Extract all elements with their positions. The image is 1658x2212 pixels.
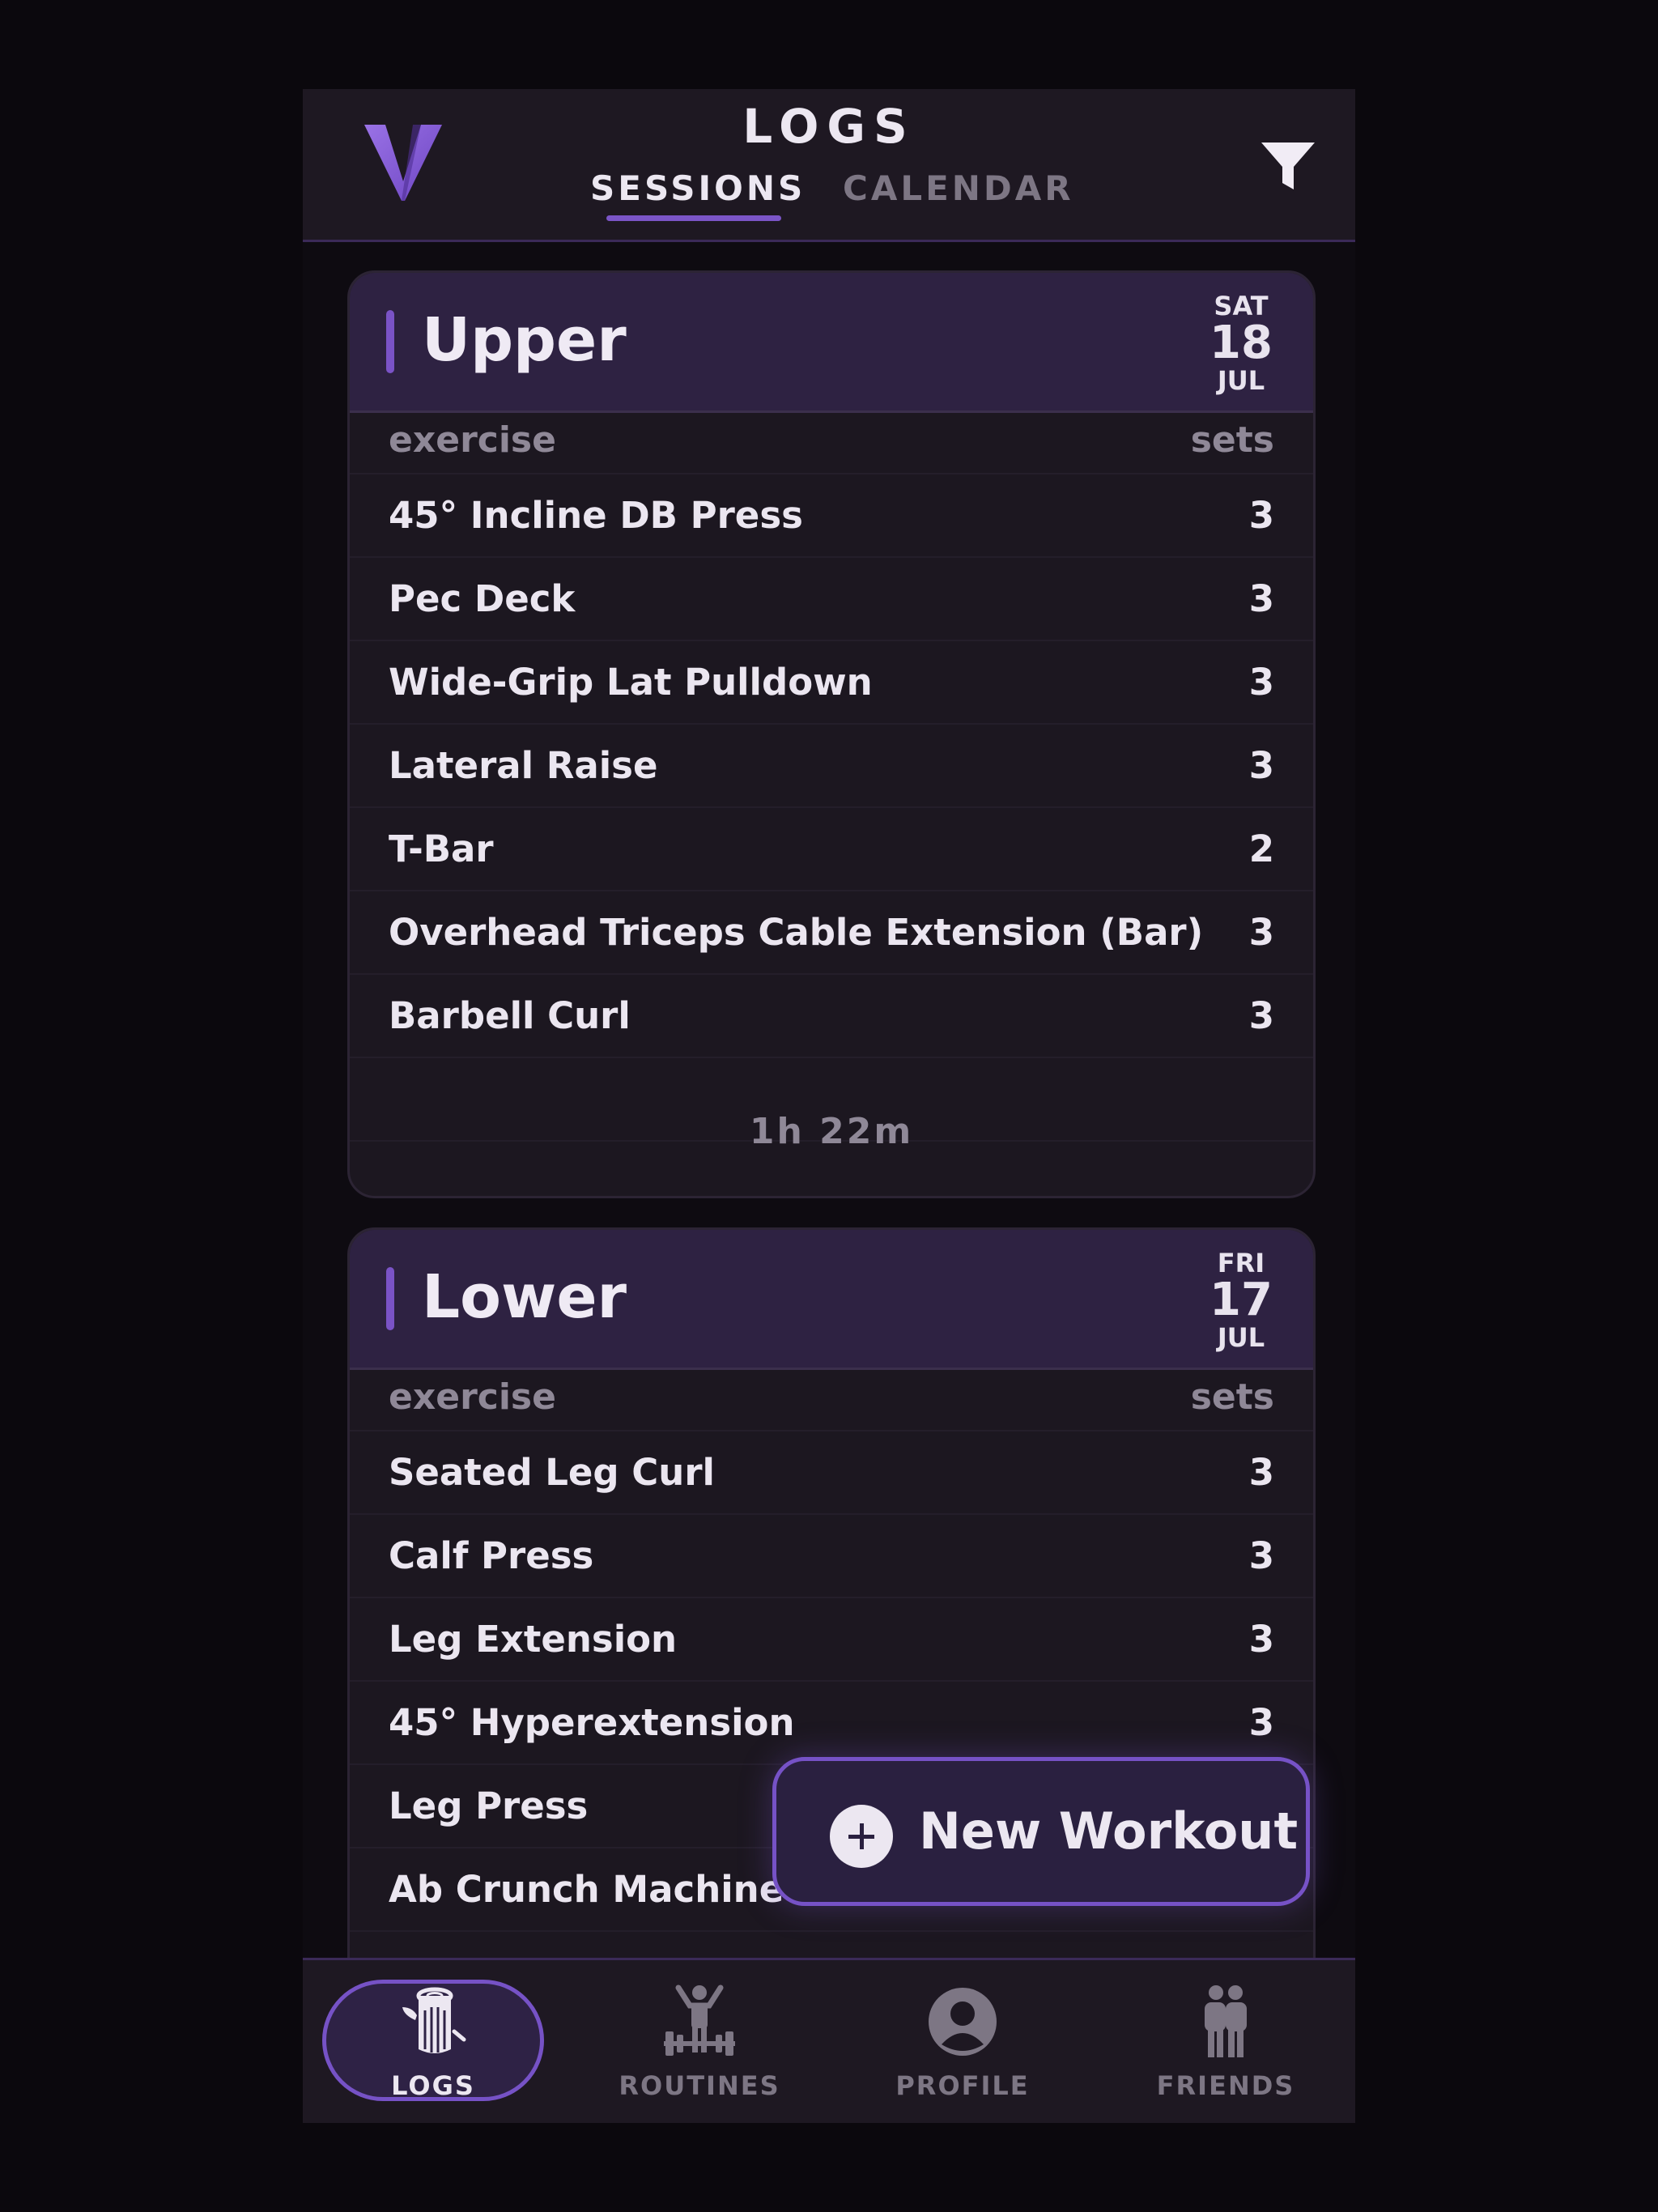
exercise-sets: 3	[1248, 1618, 1274, 1661]
bottom-nav: LOGS ROUTINES PROFILE FRIENDS	[303, 1958, 1355, 2123]
exercise-name: Seated Leg Curl	[389, 1451, 715, 1494]
exercise-name: T-Bar	[389, 827, 494, 870]
person-circle-icon	[929, 1988, 997, 2056]
exercise-sets: 3	[1248, 911, 1274, 954]
tab-sessions[interactable]: SESSIONS	[590, 168, 806, 208]
exercise-row: Lateral Raise 3	[350, 725, 1313, 808]
exercise-row: Pec Deck 3	[350, 558, 1313, 641]
date-day: 18	[1209, 317, 1273, 369]
nav-routines[interactable]: ROUTINES	[586, 1960, 813, 2123]
log-icon	[402, 1987, 466, 2053]
exercise-row: Barbell Curl 3	[350, 975, 1313, 1058]
column-exercise: exercise	[389, 419, 556, 461]
tab-calendar[interactable]: CALENDAR	[843, 168, 1074, 208]
exercise-name: Lateral Raise	[389, 744, 658, 787]
nav-logs[interactable]: LOGS	[322, 1960, 549, 2123]
friends-icon	[1205, 1985, 1247, 2057]
exercise-name: Pec Deck	[389, 577, 576, 620]
top-bar: LOGS SESSIONS CALENDAR	[303, 89, 1355, 242]
tab-bar: SESSIONS CALENDAR	[590, 164, 1076, 228]
nav-routines-label: ROUTINES	[619, 2070, 780, 2101]
nav-friends[interactable]: FRIENDS	[1112, 1960, 1339, 2123]
exercise-sets: 3	[1248, 1701, 1274, 1744]
exercise-name: Ab Crunch Machine	[389, 1868, 784, 1911]
exercise-row: Overhead Triceps Cable Extension (Bar) 3	[350, 891, 1313, 975]
nav-logs-label: LOGS	[391, 2070, 475, 2101]
exercise-name: Calf Press	[389, 1534, 594, 1577]
exercise-name: Wide-Grip Lat Pulldown	[389, 661, 873, 704]
exercise-row: Seated Leg Curl 3	[350, 1431, 1313, 1515]
column-exercise: exercise	[389, 1376, 556, 1418]
session-duration: 1h 22m	[749, 1111, 914, 1152]
exercise-name: Leg Press	[389, 1784, 589, 1827]
accent-bar	[386, 1267, 394, 1330]
exercise-name: Leg Extension	[389, 1618, 678, 1661]
plus-circle-icon	[830, 1805, 893, 1868]
column-sets: sets	[1190, 419, 1274, 461]
exercise-row: Calf Press 3	[350, 1515, 1313, 1598]
exercise-sets: 3	[1248, 661, 1274, 704]
exercise-row: T-Bar 2	[350, 808, 1313, 891]
exercise-sets: 3	[1248, 577, 1274, 620]
weightlifter-icon	[664, 1984, 735, 2056]
column-sets: sets	[1190, 1376, 1274, 1418]
exercise-sets: 2	[1248, 827, 1274, 870]
accent-bar	[386, 310, 394, 373]
session-card-upper[interactable]: Upper SAT 18 JUL exercise sets 45° Incli…	[347, 270, 1316, 1198]
logs-screen: LOGS SESSIONS CALENDAR Upper SAT 18 JUL …	[303, 89, 1355, 2123]
nav-profile-label: PROFILE	[895, 2070, 1030, 2101]
exercise-row: 45° Hyperextension 3	[350, 1682, 1313, 1765]
column-headers: exercise sets	[350, 1370, 1313, 1431]
session-date: FRI 17 JUL	[1205, 1248, 1278, 1353]
session-date: SAT 18 JUL	[1205, 291, 1278, 396]
exercise-sets: 3	[1248, 494, 1274, 537]
exercise-name: Barbell Curl	[389, 994, 631, 1037]
nav-profile[interactable]: PROFILE	[849, 1960, 1076, 2123]
active-tab-indicator	[606, 215, 781, 221]
exercise-row: Leg Extension 3	[350, 1598, 1313, 1682]
session-header: Upper SAT 18 JUL	[350, 273, 1313, 413]
session-title: Upper	[422, 305, 627, 375]
date-day: 17	[1209, 1274, 1273, 1326]
date-month: JUL	[1217, 365, 1265, 396]
exercise-name: 45° Hyperextension	[389, 1701, 795, 1744]
exercise-row: Wide-Grip Lat Pulldown 3	[350, 641, 1313, 725]
column-headers: exercise sets	[350, 413, 1313, 474]
date-month: JUL	[1217, 1322, 1265, 1353]
exercise-name: 45° Incline DB Press	[389, 494, 803, 537]
exercise-name: Overhead Triceps Cable Extension (Bar)	[389, 911, 1204, 954]
exercise-sets: 3	[1248, 994, 1274, 1037]
filter-icon[interactable]	[1258, 139, 1318, 196]
exercise-sets: 3	[1248, 744, 1274, 787]
session-header: Lower FRI 17 JUL	[350, 1230, 1313, 1370]
new-workout-label: New Workout	[919, 1802, 1299, 1861]
exercise-row: 45° Incline DB Press 3	[350, 474, 1313, 558]
page-title: LOGS	[742, 99, 916, 154]
session-title: Lower	[422, 1262, 627, 1332]
exercise-sets: 3	[1248, 1451, 1274, 1494]
nav-friends-label: FRIENDS	[1156, 2070, 1295, 2101]
new-workout-button[interactable]: New Workout	[772, 1757, 1310, 1906]
exercise-sets: 3	[1248, 1534, 1274, 1577]
